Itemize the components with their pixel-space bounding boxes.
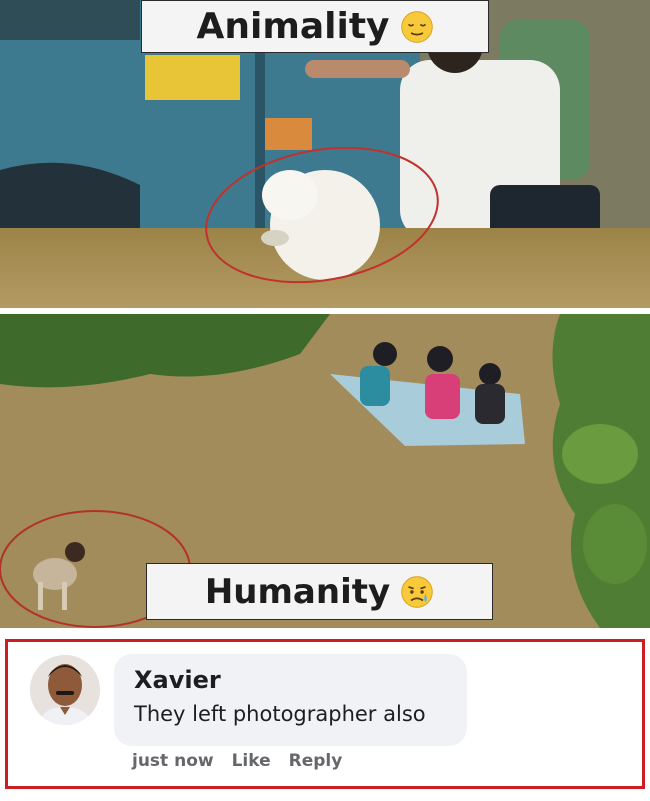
reply-button[interactable]: Reply bbox=[289, 751, 343, 771]
comment-actions: just now Like Reply bbox=[132, 751, 342, 771]
like-button[interactable]: Like bbox=[232, 751, 271, 771]
comment-timestamp[interactable]: just now bbox=[132, 751, 214, 771]
avatar[interactable] bbox=[30, 655, 100, 725]
comment-bubble: Xavier They left photographer also bbox=[114, 654, 467, 746]
highlighted-comment: Xavier They left photographer also just … bbox=[5, 639, 645, 789]
truck-yellow-panel bbox=[145, 55, 240, 100]
relieved-face-icon bbox=[400, 10, 434, 44]
humanity-caption: Humanity bbox=[146, 563, 493, 620]
animality-photo: Animality bbox=[0, 0, 650, 308]
commenter-name[interactable]: Xavier bbox=[134, 666, 221, 694]
animality-caption: Animality bbox=[141, 0, 489, 53]
humanity-label: Humanity bbox=[204, 571, 391, 612]
animality-label: Animality bbox=[196, 6, 390, 47]
comment-text: They left photographer also bbox=[134, 702, 426, 726]
sad-relieved-face-icon bbox=[400, 575, 434, 609]
